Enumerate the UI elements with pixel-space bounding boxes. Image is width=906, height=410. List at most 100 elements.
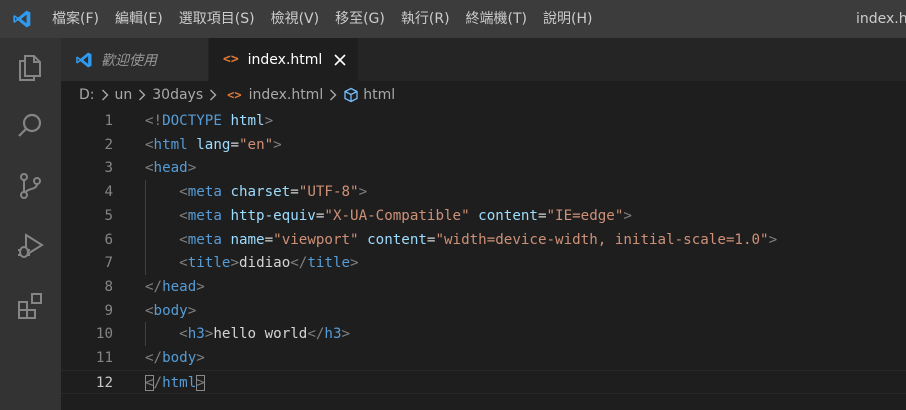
code-line[interactable]: 1 <!DOCTYPE html> [61,109,906,133]
code-line[interactable]: 4 <meta charset="UTF-8"> [61,180,906,205]
html-file-icon: <> [227,88,242,102]
code-token: html [230,113,265,129]
code-token: http-equiv [230,207,316,224]
menu-view[interactable]: 檢視(V) [263,0,328,38]
code-token: = [264,231,274,248]
line-number: 7 [104,255,113,272]
code-token: < [179,184,188,201]
tab-bar: 歡迎使用 <> index.html [61,38,906,81]
run-debug-icon[interactable] [13,229,47,263]
breadcrumb-symbol[interactable]: html [363,87,395,103]
code-line[interactable]: 9 <body> [61,299,906,323]
line-number: 9 [104,302,113,319]
html-file-icon: <> [223,52,239,67]
code-token: / [153,374,163,391]
menu-run[interactable]: 執行(R) [393,0,458,38]
code-text: <meta name="viewport" content="width=dev… [145,228,777,252]
code-token: </ [145,278,163,295]
code-text: </html> [145,371,205,395]
code-token: "X-UA-Compatible" [324,207,470,224]
tab-welcome[interactable]: 歡迎使用 [61,38,209,81]
window-title: index.ht [856,11,906,27]
menu-terminal[interactable]: 終端機(T) [458,0,535,38]
code-token: html [162,374,197,391]
code-token: h3 [187,326,205,343]
search-icon[interactable] [13,109,47,143]
breadcrumb-folder-30days[interactable]: 30days [152,87,203,103]
code-token: < [179,207,188,224]
code-text: <body> [145,299,196,323]
breadcrumb: D: un 30days <> index.html html [61,81,906,109]
vscode-tab-icon [76,52,92,67]
code-token: > [196,278,205,295]
code-token: > [341,326,351,343]
code-text: <!DOCTYPE html> [145,109,273,133]
code-text: </head> [145,275,205,299]
line-number: 5 [104,207,113,224]
code-token: h3 [324,326,342,343]
chevron-right-icon [206,88,220,102]
code-line[interactable]: 12 </html> [61,369,906,395]
close-icon[interactable] [334,52,346,68]
files-icon[interactable] [13,50,47,84]
code-token: "width=device-width, initial-scale=1.0" [435,231,769,248]
menu-file[interactable]: 檔案(F) [44,0,107,38]
code-token: = [230,136,239,153]
code-line[interactable]: 10 <h3>hello world</h3> [61,322,906,347]
symbol-element-icon [343,87,359,103]
chevron-right-icon [135,88,149,102]
line-number: 8 [104,278,113,295]
code-token: < [145,136,154,153]
breadcrumb-file[interactable]: index.html [249,87,324,103]
breadcrumb-folder-un[interactable]: un [115,87,133,103]
code-token: = [537,207,547,224]
code-token: < [179,255,188,272]
code-text: <meta http-equiv = "X-UA-Compatible" conte… [145,204,632,228]
breadcrumb-drive[interactable]: D: [79,87,95,103]
code-token: > [768,231,778,248]
code-token: </ [290,255,308,272]
line-number: 12 [95,374,113,391]
tab-welcome-label: 歡迎使用 [101,52,157,69]
menu-selection[interactable]: 選取項目(S) [171,0,263,38]
code-token: meta [187,207,222,224]
code-line[interactable]: 11 </body> [61,346,906,370]
menu-bar: 檔案(F) 編輯(E) 選取項目(S) 檢視(V) 移至(G) 執行(R) 終端… [44,0,600,38]
code-text: <head> [145,156,196,180]
menu-help[interactable]: 說明(H) [535,0,600,38]
code-token: hello world [213,326,308,343]
code-text: <title>didiao</title> [145,251,358,275]
code-line[interactable]: 8 </head> [61,275,906,299]
code-token: "UTF-8" [298,184,359,201]
code-text: <meta charset="UTF-8"> [145,180,367,204]
activity-bar [0,38,61,410]
code-line[interactable]: 3 <head> [61,156,906,180]
extensions-icon[interactable] [13,289,47,323]
code-token: content [367,231,427,248]
line-number: 2 [104,136,113,153]
code-token: "viewport" [273,231,359,248]
code-line[interactable]: 5 <meta http-equiv = "X-UA-Compatible" con… [61,203,906,228]
menu-go[interactable]: 移至(G) [327,0,393,38]
source-control-icon[interactable] [13,169,47,203]
code-token: lang [196,136,231,153]
title-bar: 檔案(F) 編輯(E) 選取項目(S) 檢視(V) 移至(G) 執行(R) 終端… [0,0,906,38]
code-token: </ [145,350,163,366]
code-token: > [623,207,632,224]
line-number: 11 [95,350,113,366]
code-editor[interactable]: 1 <!DOCTYPE html> 2 <html lang="en"> 3 <head>… [61,109,906,410]
line-number: 10 [95,326,113,343]
code-token: "en" [238,136,274,153]
code-token: > [264,113,274,129]
code-line[interactable]: 7 <title>didiao</title> [61,251,906,276]
code-token: < [145,374,154,391]
code-token: > [230,255,239,272]
tab-index-html[interactable]: <> index.html [209,38,359,81]
code-token: body [162,350,197,366]
menu-edit[interactable]: 編輯(E) [107,0,171,38]
code-line[interactable]: 6 <meta name="viewport" content="width=d… [61,227,906,252]
code-line[interactable]: 2 <html lang="en"> [61,133,906,157]
code-token: html [153,136,188,153]
